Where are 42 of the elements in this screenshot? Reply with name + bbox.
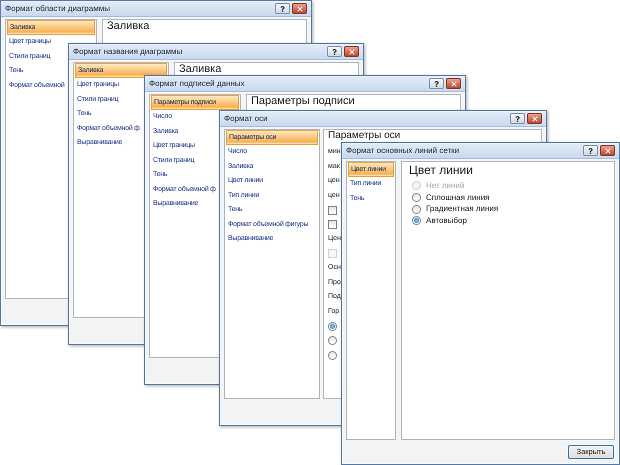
section-heading: Заливка: [179, 64, 222, 75]
option-label: Нет линий: [426, 180, 464, 192]
close-button[interactable]: [600, 145, 615, 156]
checkbox[interactable]: [328, 206, 337, 215]
window-title: Формат основных линий сетки: [346, 146, 460, 156]
close-icon: [296, 4, 304, 12]
section-heading: Параметры подписи: [251, 96, 356, 107]
close-icon: [530, 114, 538, 122]
help-button[interactable]: [583, 145, 598, 156]
close-button[interactable]: [292, 3, 307, 14]
window-title: Формат названия диаграммы: [73, 46, 182, 56]
help-icon: [588, 148, 593, 154]
window-title: Формат области диаграммы: [5, 4, 110, 14]
radio-button[interactable]: [328, 336, 337, 346]
help-icon: [280, 6, 285, 12]
radio-button[interactable]: [412, 216, 421, 226]
help-button[interactable]: [510, 113, 525, 124]
close-icon: [450, 80, 458, 88]
radio-button[interactable]: [412, 204, 421, 214]
radio-button[interactable]: [328, 322, 337, 331]
help-icon: [434, 80, 439, 86]
close-button[interactable]: [527, 113, 542, 124]
close-button[interactable]: [344, 46, 359, 57]
checkbox[interactable]: [328, 220, 337, 230]
window-title: Формат подписей данных: [149, 78, 245, 88]
help-button[interactable]: [429, 78, 444, 89]
close-button[interactable]: [446, 78, 461, 89]
option-label: Сплошная линия: [426, 192, 490, 204]
option-label: Градиентная линия: [426, 203, 498, 216]
radio-button[interactable]: [412, 193, 421, 202]
help-button[interactable]: [327, 46, 342, 57]
section-heading: Параметры оси: [328, 131, 402, 141]
radio-button[interactable]: [328, 350, 337, 360]
help-icon: [515, 116, 520, 122]
help-icon: [332, 48, 337, 54]
close-icon: [348, 48, 356, 56]
help-button[interactable]: [275, 3, 290, 14]
window-title: Формат оси: [224, 114, 268, 124]
option-label: Автовыбор: [426, 214, 467, 227]
section-heading: Цвет линии: [409, 163, 474, 177]
section-heading: Заливка: [107, 21, 150, 32]
close-icon: [604, 146, 612, 154]
